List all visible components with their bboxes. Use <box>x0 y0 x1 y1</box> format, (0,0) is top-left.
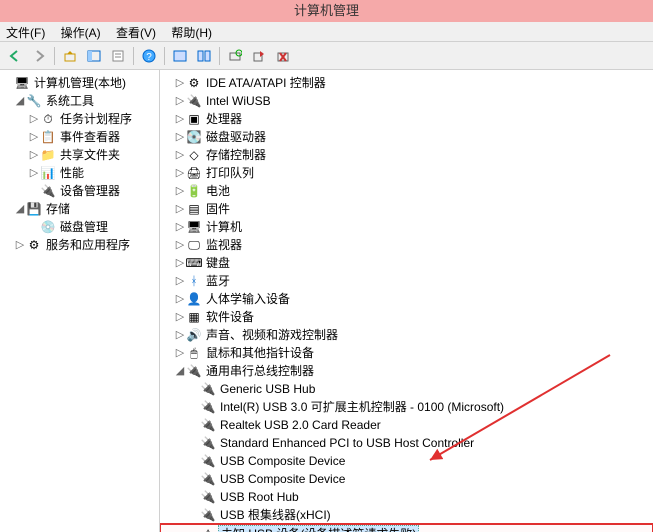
device-mgr-icon: 🔌 <box>40 183 56 199</box>
hid-icon: 👤 <box>186 291 202 307</box>
device-tree[interactable]: ▷⚙IDE ATA/ATAPI 控制器 ▷🔌Intel WiUSB ▷▣处理器 … <box>160 70 653 532</box>
tree-event-viewer[interactable]: ▷📋事件查看器 <box>0 128 159 146</box>
cat-monitors[interactable]: ▷🖵监视器 <box>160 236 653 254</box>
tree-performance[interactable]: ▷📊性能 <box>0 164 159 182</box>
event-icon: 📋 <box>40 129 56 145</box>
cat-firmware[interactable]: ▷▤固件 <box>160 200 653 218</box>
view-button-1[interactable] <box>169 45 191 67</box>
main-panes: 🖥计算机管理(本地) ◢🔧系统工具 ▷⏱任务计划程序 ▷📋事件查看器 ▷📁共享文… <box>0 70 653 532</box>
cat-wiusb[interactable]: ▷🔌Intel WiUSB <box>160 92 653 110</box>
services-icon: ⚙ <box>26 237 42 253</box>
computer-icon: 🖥 <box>186 219 202 235</box>
sound-icon: 🔊 <box>186 327 202 343</box>
cat-keyboards[interactable]: ▷⌨键盘 <box>160 254 653 272</box>
usb-item[interactable]: 🔌USB Root Hub <box>160 488 653 506</box>
menu-action[interactable]: 操作(A) <box>61 26 101 40</box>
toolbar: ? <box>0 42 653 70</box>
bluetooth-icon: ᚼ <box>186 273 202 289</box>
cat-mice[interactable]: ▷🖱鼠标和其他指针设备 <box>160 344 653 362</box>
tree-services-apps[interactable]: ▷⚙服务和应用程序 <box>0 236 159 254</box>
usb-icon: 🔌 <box>186 93 202 109</box>
uninstall-button[interactable] <box>272 45 294 67</box>
cat-hid[interactable]: ▷👤人体学输入设备 <box>160 290 653 308</box>
cat-sound[interactable]: ▷🔊声音、视频和游戏控制器 <box>160 326 653 344</box>
firmware-icon: ▤ <box>186 201 202 217</box>
usb-item[interactable]: 🔌Realtek USB 2.0 Card Reader <box>160 416 653 434</box>
menubar: 文件(F) 操作(A) 查看(V) 帮助(H) <box>0 22 653 42</box>
usb-item[interactable]: 🔌USB 根集线器(xHCI) <box>160 506 653 524</box>
software-icon: ▦ <box>186 309 202 325</box>
window-title: 计算机管理 <box>0 0 653 22</box>
cat-software-dev[interactable]: ▷▦软件设备 <box>160 308 653 326</box>
update-driver-button[interactable] <box>248 45 270 67</box>
cat-computer[interactable]: ▷🖥计算机 <box>160 218 653 236</box>
tools-icon: 🔧 <box>26 93 42 109</box>
clock-icon: ⏱ <box>40 111 56 127</box>
monitor-icon: 🖵 <box>186 237 202 253</box>
storage-icon: 💾 <box>26 201 42 217</box>
tree-storage[interactable]: ◢💾存储 <box>0 200 159 218</box>
usb-item[interactable]: 🔌USB Composite Device <box>160 452 653 470</box>
cpu-icon: ▣ <box>186 111 202 127</box>
cat-batteries[interactable]: ▷🔋电池 <box>160 182 653 200</box>
usb-item[interactable]: 🔌Generic USB Hub <box>160 380 653 398</box>
folder-icon: 📁 <box>40 147 56 163</box>
ide-icon: ⚙ <box>186 75 202 91</box>
show-hide-tree-button[interactable] <box>83 45 105 67</box>
properties-button[interactable] <box>107 45 129 67</box>
storage-ctrl-icon: ◇ <box>186 147 202 163</box>
usb-device-icon: 🔌 <box>200 381 216 397</box>
usb-item[interactable]: 🔌Standard Enhanced PCI to USB Host Contr… <box>160 434 653 452</box>
tree-shared-folders[interactable]: ▷📁共享文件夹 <box>0 146 159 164</box>
disk-icon: 💿 <box>40 219 56 235</box>
back-button[interactable] <box>4 45 26 67</box>
usb-device-icon: 🔌 <box>200 417 216 433</box>
usb-item[interactable]: 🔌USB Composite Device <box>160 470 653 488</box>
tree-root[interactable]: 🖥计算机管理(本地) <box>0 74 159 92</box>
usb-device-icon: 🔌 <box>200 471 216 487</box>
scan-hardware-button[interactable] <box>224 45 246 67</box>
view-button-2[interactable] <box>193 45 215 67</box>
printer-icon: 🖨 <box>186 165 202 181</box>
cat-bluetooth[interactable]: ▷ᚼ蓝牙 <box>160 272 653 290</box>
cat-ide[interactable]: ▷⚙IDE ATA/ATAPI 控制器 <box>160 74 653 92</box>
usb-device-icon: 🔌 <box>200 435 216 451</box>
usb-device-icon: 🔌 <box>200 489 216 505</box>
help-button[interactable]: ? <box>138 45 160 67</box>
cat-storage-ctrl[interactable]: ▷◇存储控制器 <box>160 146 653 164</box>
usb-device-icon: 🔌 <box>200 453 216 469</box>
usb-item[interactable]: 🔌Intel(R) USB 3.0 可扩展主机控制器 - 0100 (Micro… <box>160 398 653 416</box>
cat-print-queues[interactable]: ▷🖨打印队列 <box>160 164 653 182</box>
tree-device-manager[interactable]: 🔌设备管理器 <box>0 182 159 200</box>
usb-device-icon: 🔌 <box>200 507 216 523</box>
tree-system-tools[interactable]: ◢🔧系统工具 <box>0 92 159 110</box>
perf-icon: 📊 <box>40 165 56 181</box>
battery-icon: 🔋 <box>186 183 202 199</box>
disk-drives-icon: 💽 <box>186 129 202 145</box>
svg-text:?: ? <box>146 52 152 63</box>
warning-usb-icon: ⚠ <box>200 526 216 532</box>
cat-disk-drives[interactable]: ▷💽磁盘驱动器 <box>160 128 653 146</box>
keyboard-icon: ⌨ <box>186 255 202 271</box>
tree-disk-management[interactable]: 💿磁盘管理 <box>0 218 159 236</box>
menu-view[interactable]: 查看(V) <box>116 26 156 40</box>
menu-help[interactable]: 帮助(H) <box>171 26 212 40</box>
up-button[interactable] <box>59 45 81 67</box>
usb-item-unknown[interactable]: ⚠未知 USB 设备(设备描述符请求失败) <box>160 524 653 532</box>
computer-mgmt-icon: 🖥 <box>14 75 30 91</box>
usb-ctrl-icon: 🔌 <box>186 363 202 379</box>
menu-file[interactable]: 文件(F) <box>6 26 45 40</box>
cat-cpu[interactable]: ▷▣处理器 <box>160 110 653 128</box>
cat-usb-ctrl[interactable]: ◢🔌通用串行总线控制器 <box>160 362 653 380</box>
usb-device-icon: 🔌 <box>200 399 216 415</box>
mouse-icon: 🖱 <box>186 345 202 361</box>
tree-task-scheduler[interactable]: ▷⏱任务计划程序 <box>0 110 159 128</box>
forward-button[interactable] <box>28 45 50 67</box>
left-tree[interactable]: 🖥计算机管理(本地) ◢🔧系统工具 ▷⏱任务计划程序 ▷📋事件查看器 ▷📁共享文… <box>0 70 160 532</box>
